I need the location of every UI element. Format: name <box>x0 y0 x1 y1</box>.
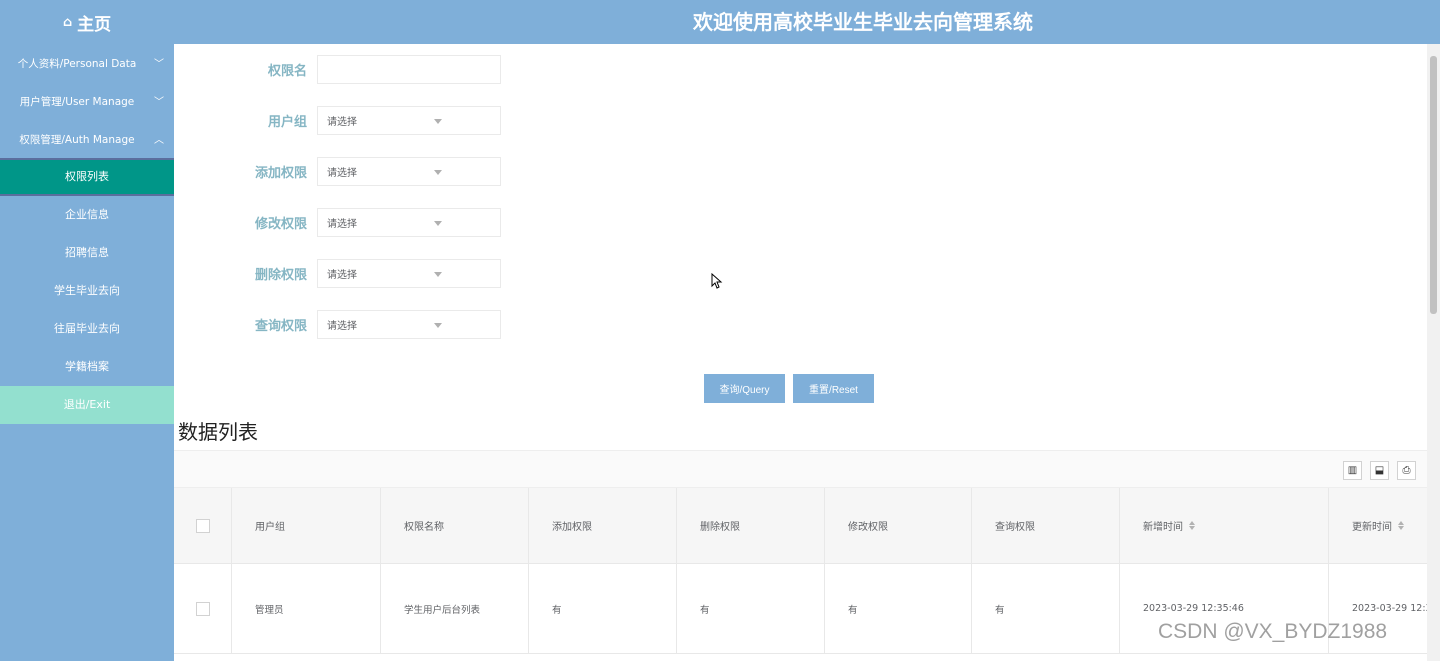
home-icon: ⌂ <box>62 14 73 30</box>
user-group-label: 用户组 <box>267 115 307 130</box>
form-row-delete-permission: 删除权限 请选择 <box>234 259 501 288</box>
menu-user-manage[interactable]: 用户管理/User Manage ﹀ <box>0 82 174 120</box>
row-checkbox-cell <box>174 564 232 653</box>
sidebar-item-recruitment-info[interactable]: 招聘信息 <box>0 234 174 272</box>
select-value: 请选择 <box>327 270 357 281</box>
caret-down-icon <box>434 221 442 226</box>
table-cell: 有 <box>825 564 972 653</box>
column-header: 删除权限 <box>677 488 825 563</box>
column-header-sortable[interactable]: 更新时间 <box>1329 488 1427 563</box>
permission-name-input[interactable] <box>317 55 501 84</box>
sidebar-item-permission-list[interactable]: 权限列表 <box>0 158 174 196</box>
top-header: ⌂ 主页 欢迎使用高校毕业生毕业去向管理系统 <box>0 0 1440 44</box>
sort-icon[interactable] <box>1398 521 1404 530</box>
header-checkbox-cell <box>174 488 232 563</box>
menu-group-label: 个人资料/Personal Data <box>17 57 137 70</box>
menu-personal-data[interactable]: 个人资料/Personal Data ﹀ <box>0 44 174 82</box>
reset-button[interactable]: 重置/Reset <box>793 374 874 403</box>
column-header: 权限名称 <box>381 488 529 563</box>
column-header: 查询权限 <box>972 488 1120 563</box>
select-value: 请选择 <box>327 117 357 128</box>
permission-name-label: 权限名 <box>267 64 307 79</box>
main-content: 权限名 用户组 请选择 添加权限 请选择 修改权限 请选择 删除权限 请选择 查… <box>174 44 1427 661</box>
columns-filter-icon[interactable]: ▥ <box>1343 461 1362 480</box>
sidebar: 个人资料/Personal Data ﹀ 用户管理/User Manage ﹀ … <box>0 44 174 661</box>
vertical-scrollbar[interactable] <box>1427 44 1440 661</box>
column-header-label: 新增时间 <box>1143 522 1183 533</box>
select-all-checkbox[interactable] <box>196 518 210 533</box>
form-row-query-permission: 查询权限 请选择 <box>234 310 501 339</box>
caret-down-icon <box>434 119 442 124</box>
watermark: CSDN @VX_BYDZ1988 <box>1158 620 1388 643</box>
row-checkbox[interactable] <box>196 601 210 616</box>
select-value: 请选择 <box>327 321 357 332</box>
select-value: 请选择 <box>327 219 357 230</box>
menu-group-label: 用户管理/User Manage <box>19 95 135 108</box>
sidebar-item-student-records[interactable]: 学籍档案 <box>0 348 174 386</box>
caret-down-icon <box>434 272 442 277</box>
delete-permission-label: 删除权限 <box>254 268 307 283</box>
table-cell: 学生用户后台列表 <box>381 564 529 653</box>
table-toolbar: ▥ ⬓ ⎙ <box>174 450 1427 488</box>
select-value: 请选择 <box>327 168 357 179</box>
export-icon[interactable]: ⬓ <box>1370 461 1389 480</box>
menu-auth-manage[interactable]: 权限管理/Auth Manage ︿ <box>0 120 174 158</box>
user-group-select[interactable]: 请选择 <box>317 106 501 135</box>
form-row-add-permission: 添加权限 请选择 <box>234 157 501 186</box>
mouse-cursor-icon <box>711 273 723 289</box>
table-header: 用户组 权限名称 添加权限 删除权限 修改权限 查询权限 新增时间 更新时间 <box>174 488 1427 564</box>
form-row-permission-name: 权限名 <box>234 55 501 84</box>
home-link[interactable]: ⌂ 主页 <box>0 0 174 44</box>
menu-group-label: 权限管理/Auth Manage <box>19 133 135 146</box>
form-row-edit-permission: 修改权限 请选择 <box>234 208 501 237</box>
caret-down-icon <box>434 170 442 175</box>
sidebar-item-past-destination[interactable]: 往届毕业去向 <box>0 310 174 348</box>
list-title: 数据列表 <box>178 420 258 444</box>
add-permission-select[interactable]: 请选择 <box>317 157 501 186</box>
sidebar-item-student-destination[interactable]: 学生毕业去向 <box>0 272 174 310</box>
sort-icon[interactable] <box>1189 521 1195 530</box>
chevron-up-icon: ︿ <box>154 135 164 146</box>
column-header-label: 更新时间 <box>1352 522 1392 533</box>
add-permission-label: 添加权限 <box>254 166 307 181</box>
column-header: 修改权限 <box>825 488 972 563</box>
home-label: 主页 <box>77 14 112 35</box>
delete-permission-select[interactable]: 请选择 <box>317 259 501 288</box>
column-header: 用户组 <box>232 488 381 563</box>
query-permission-label: 查询权限 <box>254 319 307 334</box>
column-header: 添加权限 <box>529 488 677 563</box>
chevron-down-icon: ﹀ <box>154 59 164 70</box>
scrollbar-thumb[interactable] <box>1430 56 1437 314</box>
site-title: 欢迎使用高校毕业生毕业去向管理系统 <box>693 10 1033 34</box>
table-cell: 有 <box>677 564 825 653</box>
table-cell: 有 <box>972 564 1120 653</box>
sidebar-item-exit[interactable]: 退出/Exit <box>0 386 174 424</box>
query-button[interactable]: 查询/Query <box>704 374 785 403</box>
table-cell: 管理员 <box>232 564 381 653</box>
sidebar-item-company-info[interactable]: 企业信息 <box>0 196 174 234</box>
edit-permission-select[interactable]: 请选择 <box>317 208 501 237</box>
caret-down-icon <box>434 323 442 328</box>
print-icon[interactable]: ⎙ <box>1397 461 1416 480</box>
chevron-down-icon: ﹀ <box>154 97 164 108</box>
query-permission-select[interactable]: 请选择 <box>317 310 501 339</box>
form-row-user-group: 用户组 请选择 <box>234 106 501 135</box>
edit-permission-label: 修改权限 <box>254 217 307 232</box>
column-header-sortable[interactable]: 新增时间 <box>1120 488 1329 563</box>
table-cell: 有 <box>529 564 677 653</box>
